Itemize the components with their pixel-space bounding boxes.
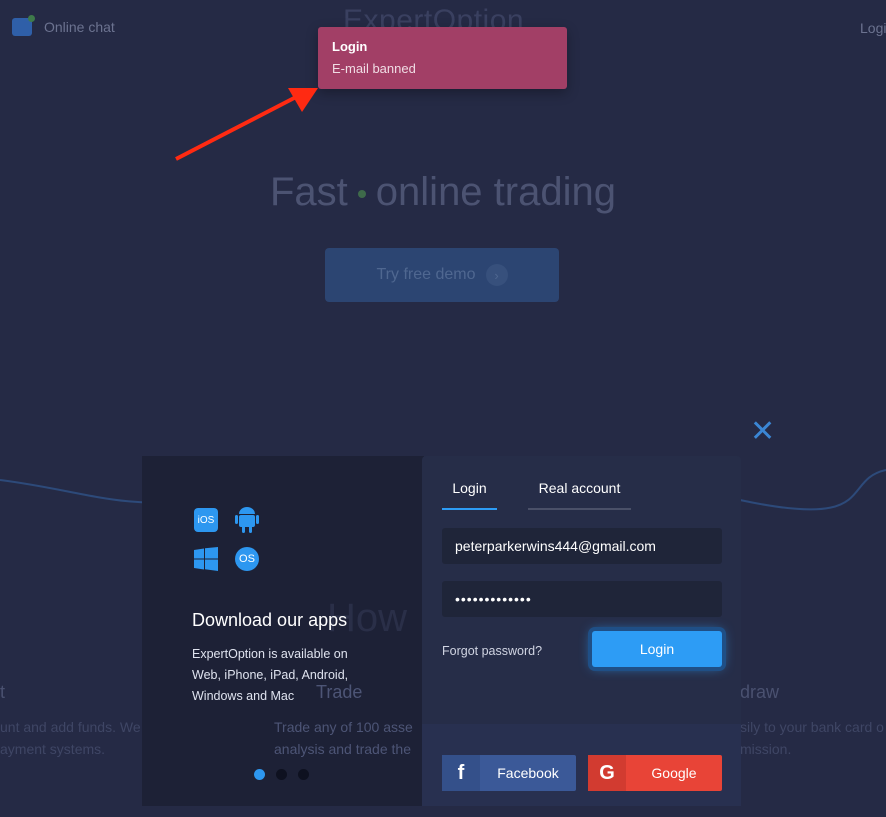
hero-title-left: Fast [270, 170, 348, 214]
red-arrow-annotation [175, 88, 318, 161]
chevron-right-icon: › [485, 264, 508, 286]
login-form-panel: Login Real account Forgot password? Logi… [422, 456, 741, 806]
email-input[interactable] [442, 528, 722, 564]
facebook-icon: f [442, 755, 480, 791]
bg-text: sily to your bank card o [740, 719, 884, 735]
google-icon: G [588, 755, 626, 791]
toast-message: E-mail banned [332, 61, 416, 76]
online-chat-label: Online chat [44, 19, 115, 35]
slide-dot[interactable] [298, 769, 309, 780]
tab-login[interactable]: Login [442, 480, 497, 510]
macos-icon[interactable]: OS [235, 547, 259, 571]
password-input[interactable] [442, 581, 722, 617]
windows-icon[interactable] [194, 547, 218, 571]
ios-icon[interactable]: iOS [194, 508, 218, 532]
desc-line: ExpertOption is available on [192, 647, 348, 661]
demo-label: Try free demo [376, 266, 476, 283]
hero-title: Fast online trading [0, 170, 886, 215]
bg-text: Trade any of 100 asse [274, 719, 413, 735]
forgot-password-link[interactable]: Forgot password? [442, 644, 542, 658]
google-button[interactable]: G Google [588, 755, 722, 791]
login-button[interactable]: Login [592, 631, 722, 667]
slide-dot[interactable] [254, 769, 265, 780]
google-label: Google [651, 765, 697, 781]
hero-title-right: online trading [375, 170, 616, 214]
bg-text: mission. [740, 741, 792, 757]
chat-icon [12, 15, 35, 36]
bg-col3-text: sily to your bank card o mission. [740, 716, 884, 760]
bg-text: analysis and trade the [274, 741, 411, 757]
header-login-link[interactable]: Login [860, 20, 886, 36]
close-icon[interactable]: ✕ [750, 417, 775, 447]
download-apps-title: Download our apps [192, 610, 348, 630]
online-chat-link[interactable]: Online chat [12, 15, 115, 36]
facebook-label: Facebook [497, 765, 559, 781]
bg-col1-title: t [0, 682, 6, 702]
slide-dot[interactable] [276, 769, 287, 780]
error-toast: Login E-mail banned [318, 27, 567, 89]
bg-col2-title: Trade [316, 682, 363, 702]
dot-separator [357, 190, 366, 199]
bg-col3-title: draw [740, 682, 780, 702]
bg-col2-text: Trade any of 100 asse analysis and trade … [274, 716, 413, 760]
toast-title: Login [332, 39, 368, 54]
facebook-button[interactable]: f Facebook [442, 755, 576, 791]
try-free-demo-button[interactable]: Try free demo › [325, 248, 559, 302]
slider-dots [254, 769, 309, 780]
tab-real-account[interactable]: Real account [528, 480, 631, 510]
android-icon[interactable] [235, 506, 259, 534]
